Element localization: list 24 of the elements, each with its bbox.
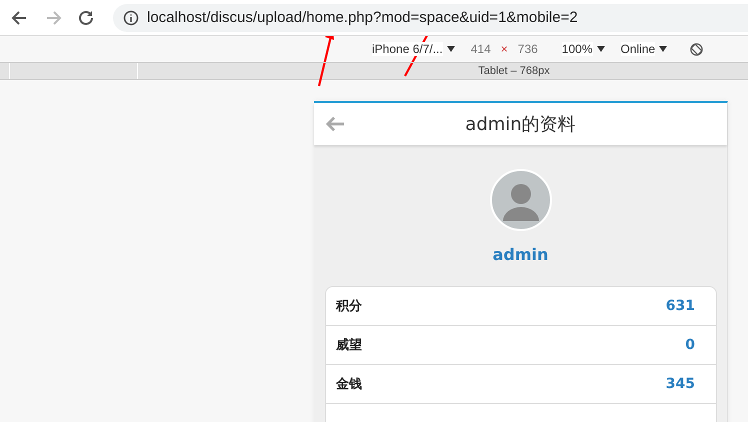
- stat-label: 金钱: [336, 376, 362, 393]
- stat-label: 积分: [336, 298, 362, 315]
- zoom-dropdown[interactable]: 100%: [562, 42, 592, 56]
- caret-icon[interactable]: [659, 46, 668, 52]
- url-text: localhost/discus/upload/home.php?mod=space&uid=1&mobile=2: [147, 9, 578, 26]
- height-field[interactable]: 736: [518, 42, 538, 56]
- caret-icon[interactable]: [596, 46, 604, 52]
- avatar-icon: [490, 169, 552, 231]
- stat-value: 0: [685, 337, 695, 353]
- page-title: admin的资料: [465, 113, 576, 136]
- rotate-icon[interactable]: [689, 42, 704, 56]
- network-dropdown[interactable]: Online: [620, 42, 656, 56]
- stat-label: 威望: [336, 336, 362, 354]
- stat-value: 345: [666, 376, 695, 392]
- username[interactable]: admin: [492, 245, 548, 264]
- ruler-label: Tablet – 768px: [478, 65, 550, 77]
- times-sign: ×: [500, 42, 508, 56]
- caret-icon[interactable]: [446, 46, 455, 52]
- address-bar[interactable]: localhost/discus/upload/home.php?mod=space&uid=1&mobile=2: [113, 4, 748, 32]
- stat-value: 631: [666, 298, 695, 314]
- width-field[interactable]: 414: [470, 42, 491, 56]
- media-query-ruler[interactable]: Tablet – 768px: [0, 63, 748, 80]
- device-dropdown[interactable]: iPhone 6/7/...: [372, 42, 443, 56]
- info-icon[interactable]: [123, 10, 139, 26]
